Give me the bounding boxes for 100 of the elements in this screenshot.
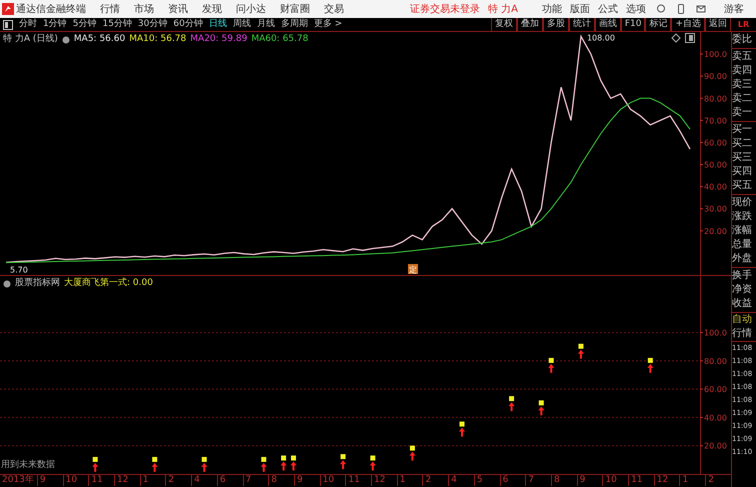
axis-label: 80.00 (704, 356, 727, 366)
toolbar-button[interactable]: 多股 (542, 18, 569, 31)
ma-value: MA20: 59.89 (190, 33, 248, 46)
quote-label: 卖一 (732, 106, 753, 120)
login-notice: 证券交易未登录 (410, 2, 480, 16)
future-data-note: 用到未来数据 (1, 458, 55, 472)
menu-item[interactable]: 发现 (202, 2, 222, 16)
low-price-label: 5.70 (10, 265, 28, 274)
time-axis-label: 10 (62, 475, 88, 486)
diamond-icon[interactable] (671, 33, 681, 43)
period-tab[interactable]: 月线 (254, 18, 278, 31)
period-tab[interactable]: 分时 (16, 18, 40, 31)
axis-label: 60.00 (704, 385, 727, 394)
toolbar-button[interactable]: F10 (620, 18, 646, 31)
quote-label: 买三 (732, 151, 753, 165)
window-icon[interactable] (685, 33, 695, 43)
time-axis-label: 7 (525, 475, 551, 486)
time-axis-label: 9 (294, 475, 320, 486)
axis-label: 40.00 (704, 413, 727, 422)
period-tab[interactable]: 周线 (230, 18, 254, 31)
period-tab[interactable]: 5分钟 (70, 18, 100, 31)
toolbar-button[interactable]: 标记 (645, 18, 672, 31)
time-axis-label: 6 (216, 475, 243, 486)
panel-toggle-icon[interactable] (3, 20, 13, 30)
quote-label: 净资 (732, 283, 753, 297)
axis-label: 60.00 (704, 138, 727, 148)
time-axis-label: 10 (320, 475, 346, 486)
toolbar-button[interactable]: 画线 (594, 18, 621, 31)
quote-label: 卖四 (732, 64, 753, 78)
toolbar-button[interactable]: 叠加 (516, 18, 543, 31)
stock-name: 特 力A (488, 2, 518, 16)
quote-label: 现价 (732, 196, 753, 210)
time-axis-label: 12 (654, 475, 680, 486)
quote-label: 卖二 (732, 92, 753, 106)
time-axis-label: 8 (550, 475, 577, 486)
menu-item[interactable]: 公式 (598, 2, 618, 16)
time-axis-label: 5 (474, 475, 500, 486)
quote-label: 涨跌 (732, 210, 753, 224)
time-axis-label: 11 (628, 475, 654, 486)
envelope-icon[interactable] (696, 4, 706, 14)
ma-value: MA60: 65.78 (251, 33, 308, 46)
axis-label: 100.0 (704, 328, 727, 338)
toolbar-button[interactable]: 统计 (568, 18, 595, 31)
period-tab[interactable]: 多周期 (278, 18, 311, 31)
period-tab[interactable]: 1分钟 (40, 18, 70, 31)
menu-item[interactable]: 市场 (134, 2, 154, 16)
period-tab[interactable]: 15分钟 (99, 18, 135, 31)
time-axis-label: 4 (191, 475, 217, 486)
time-axis-label: 12 (371, 475, 397, 486)
quote-label: 买二 (732, 137, 753, 151)
menu-item[interactable]: 问小达 (236, 2, 266, 16)
user-name: 游客 (724, 2, 744, 16)
indicator-source: 股票指标网 (15, 277, 60, 290)
auto-mode-label[interactable]: 自动 (732, 313, 756, 327)
indicator-name: 大厦商飞第一式: 0.00 (64, 277, 153, 290)
time-axis-label: 11 (88, 475, 114, 486)
toolbar-button[interactable]: 返回 (705, 18, 731, 31)
period-tab[interactable]: 日线 (206, 18, 230, 31)
menu-item[interactable]: 财富圈 (280, 2, 310, 16)
section-label: 行情 (732, 327, 756, 342)
time-axis-label: 8 (268, 475, 294, 486)
menu-item[interactable]: 行情 (100, 2, 120, 16)
quote-label: 委比 (732, 33, 753, 47)
panel-header-label: LR (736, 19, 750, 31)
period-tab[interactable]: 30分钟 (134, 18, 170, 31)
quote-label: 总量 (732, 238, 753, 252)
ma-value: MA10: 56.78 (129, 33, 186, 46)
menu-item[interactable]: 版面 (570, 2, 590, 16)
high-price-label: 108.00 (586, 33, 615, 42)
menu-item[interactable]: 交易 (324, 2, 344, 16)
time-axis-label: 6 (500, 475, 526, 486)
phone-icon[interactable] (676, 4, 686, 14)
time-axis-label: 12 (114, 475, 140, 486)
period-tab[interactable]: 60分钟 (170, 18, 206, 31)
time-axis-label: 10 (602, 475, 628, 486)
time-axis-label: 2013年 (1, 475, 35, 486)
quote-label: 涨幅 (732, 224, 753, 238)
toolbar-button[interactable]: +自选 (671, 18, 705, 31)
time-axis-label: 1 (140, 475, 166, 486)
time-axis-label: 7 (242, 475, 268, 486)
menu-item[interactable]: 选项 (626, 2, 646, 16)
period-tab[interactable]: 更多 > (310, 18, 346, 31)
axis-label: 90.00 (704, 72, 727, 82)
quote-label: 换手 (732, 269, 753, 283)
axis-label: 20.00 (704, 442, 727, 451)
toolbar-button[interactable]: 复权 (490, 18, 517, 31)
axis-label: 100.0 (704, 50, 727, 60)
quote-label: 卖五 (732, 50, 753, 64)
quote-label: 收益 (732, 297, 753, 311)
quote-label: 卖三 (732, 78, 753, 92)
time-axis-label: 1 (679, 475, 706, 486)
axis-label: 50.00 (704, 160, 727, 170)
time-axis-label: 2 (422, 475, 448, 486)
axis-label: 20.00 (704, 226, 727, 236)
app-name: 通达信金融终端 (16, 2, 86, 16)
time-axis-label: 9 (576, 475, 602, 486)
menu-item[interactable]: 功能 (542, 2, 562, 16)
time-axis-label: 2 (705, 475, 731, 486)
menu-item[interactable]: 资讯 (168, 2, 188, 16)
time-axis-label: 9 (36, 475, 63, 486)
